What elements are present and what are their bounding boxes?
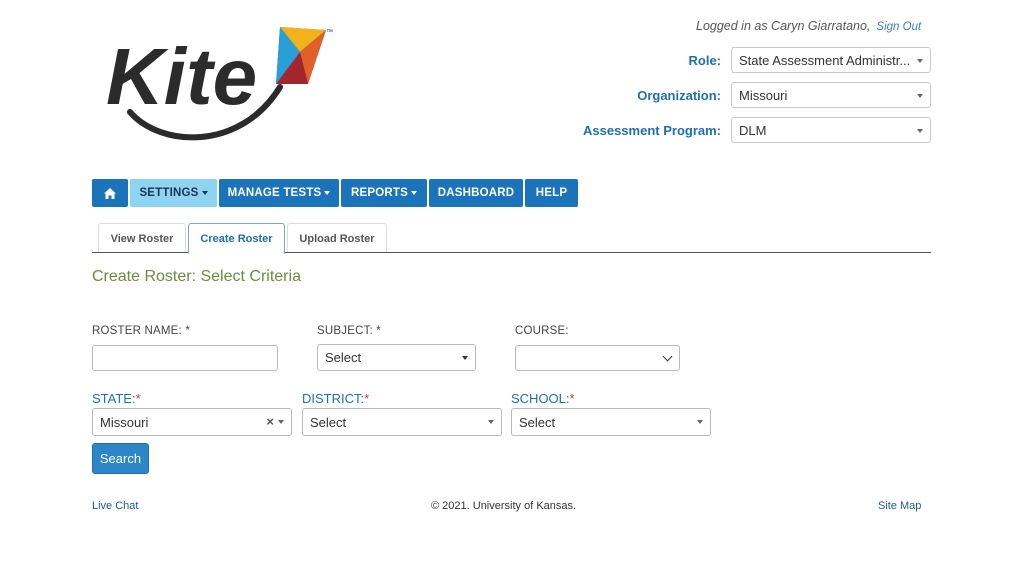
- state-label-text: STATE:: [92, 391, 136, 406]
- home-icon: [104, 187, 116, 199]
- tab-create-roster[interactable]: Create Roster: [188, 223, 285, 254]
- roster-name-label: ROSTER NAME: *: [92, 325, 191, 337]
- chevron-down-icon: [462, 355, 468, 360]
- state-value: Missouri: [100, 414, 149, 430]
- nav-home-button[interactable]: [92, 179, 128, 207]
- logged-in-info: Logged in as Caryn Giarratano, Sign Out: [696, 19, 921, 33]
- assessment-program-label: Assessment Program:: [583, 123, 721, 138]
- tab-upload-roster[interactable]: Upload Roster: [287, 223, 387, 253]
- search-button[interactable]: Search: [92, 443, 149, 474]
- sign-out-link[interactable]: Sign Out: [876, 21, 921, 33]
- school-label-text: SCHOOL:: [511, 391, 570, 406]
- nav-dashboard-label: DASHBOARD: [437, 187, 515, 199]
- course-select[interactable]: [515, 345, 680, 371]
- subject-select[interactable]: Select: [317, 344, 476, 371]
- state-select[interactable]: Missouri ×: [92, 408, 292, 436]
- chevron-down-icon: [917, 94, 923, 98]
- main-nav: SETTINGS MANAGE TESTS REPORTS DASHBOARD …: [92, 179, 578, 207]
- district-label-text: DISTRICT:: [302, 391, 365, 406]
- school-select[interactable]: Select: [511, 408, 711, 436]
- live-chat-link[interactable]: Live Chat: [92, 500, 138, 512]
- district-label: DISTRICT:*: [302, 391, 369, 406]
- chevron-down-icon: [917, 59, 923, 63]
- assessment-program-select[interactable]: DLM: [731, 117, 931, 143]
- district-select[interactable]: Select: [302, 408, 502, 436]
- nav-settings-label: SETTINGS: [139, 187, 199, 199]
- nav-manage-tests[interactable]: MANAGE TESTS: [219, 179, 339, 207]
- nav-help[interactable]: HELP: [525, 179, 578, 207]
- nav-reports-label: REPORTS: [351, 187, 408, 199]
- logo-text: Kite: [106, 32, 257, 121]
- site-map-link[interactable]: Site Map: [878, 500, 921, 512]
- roster-name-input[interactable]: [92, 345, 278, 371]
- clear-icon[interactable]: ×: [266, 414, 274, 430]
- caret-down-icon: [411, 191, 417, 195]
- nav-dashboard[interactable]: DASHBOARD: [429, 179, 523, 207]
- organization-label: Organization:: [637, 88, 721, 103]
- organization-value: Missouri: [739, 88, 788, 103]
- kite-logo: Kite ™: [90, 22, 340, 147]
- role-value: State Assessment Administr...: [739, 53, 911, 68]
- logo-trademark: ™: [326, 29, 333, 36]
- subject-label: SUBJECT: *: [317, 325, 381, 337]
- assessment-program-value: DLM: [739, 123, 767, 138]
- chevron-down-icon: [917, 129, 923, 133]
- page-title: Create Roster: Select Criteria: [92, 268, 301, 285]
- chevron-down-icon: [488, 420, 494, 424]
- logged-in-text: Logged in as Caryn Giarratano,: [696, 19, 871, 33]
- kite-logo-graphic: Kite ™: [106, 27, 333, 141]
- required-asterisk: *: [135, 391, 141, 406]
- organization-select[interactable]: Missouri: [731, 82, 931, 108]
- district-value: Select: [310, 414, 347, 430]
- nav-settings[interactable]: SETTINGS: [130, 179, 217, 207]
- subject-value: Select: [325, 350, 362, 365]
- required-asterisk: *: [569, 391, 575, 406]
- role-select[interactable]: State Assessment Administr...: [731, 47, 931, 73]
- chevron-down-icon: [662, 351, 673, 362]
- course-label: COURSE:: [515, 325, 569, 337]
- caret-down-icon: [324, 191, 331, 195]
- chevron-down-icon: [278, 420, 284, 424]
- state-label: STATE:*: [92, 391, 141, 406]
- nav-help-label: HELP: [535, 187, 568, 199]
- nav-manage-tests-label: MANAGE TESTS: [227, 187, 322, 199]
- school-value: Select: [519, 414, 556, 430]
- caret-down-icon: [201, 191, 208, 195]
- chevron-down-icon: [697, 420, 703, 424]
- school-label: SCHOOL:*: [511, 391, 575, 406]
- role-label: Role:: [688, 53, 722, 68]
- copyright-text: © 2021. University of Kansas.: [431, 500, 577, 512]
- nav-reports[interactable]: REPORTS: [341, 179, 427, 207]
- tab-view-roster[interactable]: View Roster: [98, 223, 186, 253]
- required-asterisk: *: [364, 391, 370, 406]
